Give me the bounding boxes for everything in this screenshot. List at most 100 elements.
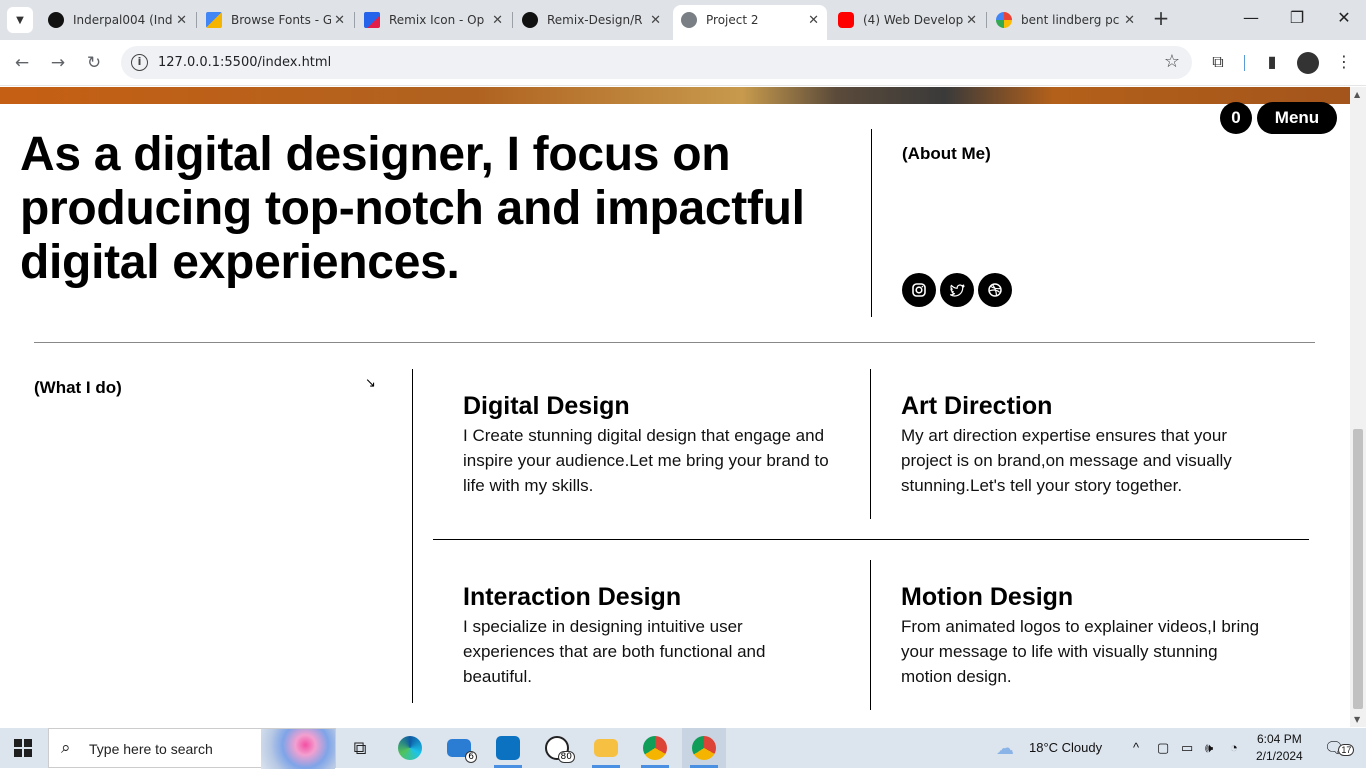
tab-bent-lindberg[interactable]: bent lindberg pc ✕	[988, 6, 1143, 34]
service-text: I Create stunning digital design that en…	[463, 426, 829, 495]
scroll-down-icon[interactable]: ▼	[1354, 715, 1360, 724]
page-viewport: 0 Menu As a digital designer, I focus on…	[0, 87, 1350, 727]
address-bar[interactable]: i 127.0.0.1:5500/index.html ☆	[121, 46, 1192, 79]
menu-button[interactable]: Menu	[1257, 102, 1337, 134]
side-panel-icon[interactable]: ▮	[1261, 52, 1283, 74]
service-text: I specialize in designing intuitive user…	[463, 617, 766, 686]
tab-title: Project 2	[706, 13, 759, 27]
tab-title: Browse Fonts - G	[231, 13, 331, 27]
services-divider-bottom	[870, 560, 871, 710]
page-scrollbar[interactable]: ▲ ▼	[1350, 87, 1366, 727]
service-card: Digital Design I Create stunning digital…	[463, 391, 833, 498]
hero-image-bottom	[0, 87, 1350, 104]
tab-remix-design[interactable]: Remix-Design/R ✕	[514, 6, 669, 34]
close-icon[interactable]: ✕	[1124, 13, 1135, 28]
dribbble-icon[interactable]	[978, 273, 1012, 307]
battery-icon[interactable]: ▭	[1181, 740, 1193, 756]
cloud-icon[interactable]: ☁	[996, 738, 1014, 759]
instagram-icon[interactable]	[902, 273, 936, 307]
minimize-button[interactable]: —	[1241, 8, 1261, 27]
reload-button[interactable]: ↻	[83, 52, 105, 74]
mail-badge: 6	[465, 751, 477, 763]
tab-title: (4) Web Develop	[863, 13, 963, 27]
task-view-icon[interactable]: ⧉	[338, 728, 382, 768]
mail-icon[interactable]: 6	[437, 728, 481, 768]
url-text: 127.0.0.1:5500/index.html	[158, 55, 332, 70]
tab-title: Inderpal004 (Ind	[73, 13, 173, 27]
service-text: From animated logos to explainer videos,…	[901, 617, 1260, 686]
tab-remix-icon[interactable]: Remix Icon - Op ✕	[356, 6, 511, 34]
new-tab-button[interactable]: +	[1150, 8, 1172, 30]
what-i-do-label: (What I do)	[34, 378, 122, 397]
whatsapp-icon[interactable]: 80	[535, 728, 579, 768]
twitter-icon[interactable]	[940, 273, 974, 307]
service-card: Art Direction My art direction expertise…	[901, 391, 1271, 498]
social-links	[902, 273, 1012, 307]
tab-title: bent lindberg pc	[1021, 13, 1120, 27]
service-title: Digital Design	[463, 392, 630, 420]
service-title: Art Direction	[901, 392, 1053, 420]
toolbar-separator	[1244, 55, 1245, 71]
close-icon[interactable]: ✕	[650, 13, 661, 28]
tab-project-2[interactable]: Project 2 ✕	[673, 5, 827, 40]
chrome-icon[interactable]	[682, 728, 726, 768]
search-placeholder: Type here to search	[89, 741, 213, 757]
search-highlight-image	[261, 729, 335, 769]
search-icon: ⌕	[61, 738, 71, 758]
tab-web-develop[interactable]: (4) Web Develop ✕	[830, 6, 985, 34]
volume-icon[interactable]: 🕪	[1205, 740, 1213, 756]
vscode-icon[interactable]	[486, 728, 530, 768]
close-icon[interactable]: ✕	[808, 13, 819, 28]
service-title: Motion Design	[901, 583, 1074, 611]
service-title: Interaction Design	[463, 583, 682, 611]
youtube-icon	[838, 12, 854, 28]
tab-title: Remix-Design/R	[547, 13, 643, 27]
back-button[interactable]: ←	[11, 52, 33, 74]
globe-icon	[681, 12, 697, 28]
extensions-icon[interactable]: ⧉	[1207, 52, 1229, 74]
tab-inderpal004[interactable]: Inderpal004 (Ind ✕	[40, 6, 195, 34]
github-icon	[522, 12, 538, 28]
clock-time: 6:04 PM	[1257, 732, 1302, 746]
close-icon[interactable]: ✕	[966, 13, 977, 28]
services-divider-middle	[433, 539, 1309, 540]
about-divider	[871, 129, 872, 317]
tab-separator	[512, 12, 513, 28]
tab-browse-fonts[interactable]: Browse Fonts - G ✕	[198, 6, 353, 34]
windows-taskbar: ⌕ Type here to search ⧉ 6 80 ☁ 18°C Clou…	[0, 728, 1366, 769]
weather-text[interactable]: 18°C Cloudy	[1029, 740, 1102, 755]
service-text: My art direction expertise ensures that …	[901, 426, 1232, 495]
taskbar-search[interactable]: ⌕ Type here to search	[48, 728, 336, 769]
restore-button[interactable]: ❐	[1287, 8, 1307, 27]
tab-title: Remix Icon - Op	[389, 13, 485, 27]
close-icon[interactable]: ✕	[492, 13, 503, 28]
service-card: Motion Design From animated logos to exp…	[901, 582, 1271, 689]
github-icon	[48, 12, 64, 28]
more-menu-icon[interactable]: ⋮	[1333, 52, 1355, 74]
tab-separator	[354, 12, 355, 28]
profile-avatar[interactable]	[1297, 52, 1319, 74]
close-icon[interactable]: ✕	[176, 13, 187, 28]
wifi-icon[interactable]: ◔	[1230, 740, 1238, 755]
section-divider	[34, 342, 1315, 343]
site-info-icon[interactable]: i	[131, 54, 148, 71]
tab-search-button[interactable]: ▼	[7, 7, 33, 33]
forward-button[interactable]: →	[47, 52, 69, 74]
services-left-border	[412, 369, 413, 703]
cart-count-badge[interactable]: 0	[1220, 102, 1252, 134]
scroll-up-icon[interactable]: ▲	[1354, 90, 1360, 99]
browser-toolbar: ← → ↻ i 127.0.0.1:5500/index.html ☆ ⧉ ▮ …	[0, 40, 1366, 86]
edge-icon[interactable]	[388, 728, 432, 768]
scrollbar-thumb[interactable]	[1353, 429, 1363, 709]
chevron-up-icon[interactable]: ^	[1133, 740, 1139, 755]
bookmark-star-icon[interactable]: ☆	[1164, 51, 1180, 72]
system-clock[interactable]: 6:04 PM 2/1/2024	[1256, 731, 1303, 765]
notifications-icon[interactable]: 🗨17	[1324, 738, 1355, 758]
meet-now-icon[interactable]: ▢	[1157, 740, 1169, 756]
chrome-icon[interactable]	[633, 728, 677, 768]
about-me-label: (About Me)	[902, 144, 991, 163]
close-icon[interactable]: ✕	[334, 13, 345, 28]
window-close-button[interactable]: ✕	[1334, 8, 1354, 27]
file-explorer-icon[interactable]	[584, 728, 628, 768]
windows-start-icon[interactable]	[14, 739, 32, 757]
